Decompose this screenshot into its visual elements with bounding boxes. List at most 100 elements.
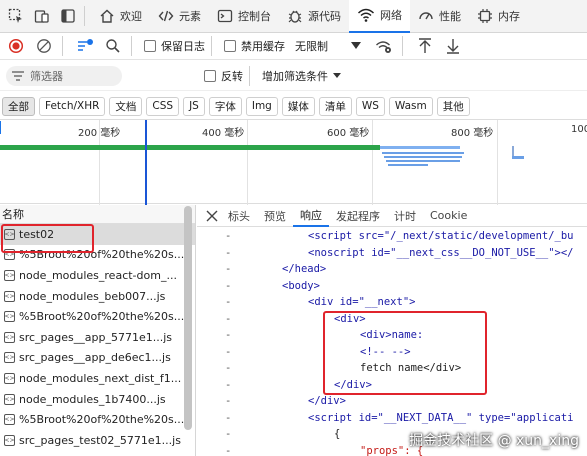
preserve-log-checkbox[interactable]: 保留日志 (144, 38, 205, 54)
filter-settings-icon[interactable] (73, 34, 97, 58)
inspect-icon[interactable] (6, 6, 26, 26)
line-gutter[interactable]: - (225, 311, 231, 328)
document-icon: <> (4, 311, 15, 323)
type-filter-btn[interactable]: Wasm (388, 96, 433, 116)
request-row[interactable]: <> %5Broot%20of%20the%20s... (0, 306, 195, 327)
search-icon[interactable] (101, 34, 125, 58)
tab-network[interactable]: 网络 (349, 0, 410, 33)
name-column-header[interactable]: 名称 (0, 205, 195, 224)
throttle-select[interactable]: 无限制 (295, 38, 328, 54)
overview-timeline[interactable]: 200 毫秒 400 毫秒 600 毫秒 800 毫秒 100 (0, 119, 587, 205)
tick-gridline (372, 120, 373, 205)
disable-cache-checkbox[interactable]: 禁用缓存 (224, 38, 285, 54)
type-filter-btn[interactable]: Img (245, 96, 278, 116)
type-filter-btn[interactable]: 媒体 (281, 96, 315, 116)
type-filter-btn[interactable]: Fetch/XHR (39, 96, 106, 116)
checkbox-box[interactable] (204, 69, 216, 82)
document-icon: <> (4, 290, 15, 302)
line-gutter[interactable]: - (225, 278, 231, 295)
request-name: src_pages__app_5771e1...js (19, 330, 173, 344)
tab-welcome[interactable]: 欢迎 (91, 0, 150, 33)
document-icon: <> (4, 393, 15, 405)
divider (402, 36, 403, 56)
type-filter-btn[interactable]: WS (355, 96, 385, 116)
checkbox-box[interactable] (144, 40, 156, 52)
type-filter-btn[interactable]: CSS (146, 96, 180, 116)
checkbox-box[interactable] (224, 40, 236, 52)
type-filter-btn[interactable]: 清单 (318, 96, 352, 116)
type-filter-btn[interactable]: 字体 (208, 96, 242, 116)
line-gutter[interactable]: - (225, 245, 231, 262)
line-gutter[interactable]: - (225, 426, 231, 443)
request-name: %5Broot%20of%20the%20s... (19, 310, 185, 324)
request-list-scrollbar[interactable] (184, 206, 192, 430)
highlight-box (323, 311, 487, 395)
detail-tab[interactable]: 标头 (221, 205, 257, 227)
request-row[interactable]: <> src_pages__app_5771e1...js (0, 327, 195, 348)
home-icon (99, 8, 115, 24)
dropdown-arrow-icon[interactable] (344, 34, 368, 58)
detail-tab[interactable]: 响应 (293, 205, 329, 227)
line-gutter[interactable]: - (225, 327, 231, 344)
clear-icon[interactable] (32, 34, 56, 58)
type-filter-btn[interactable]: 其他 (436, 96, 470, 116)
invert-label: 反转 (221, 69, 243, 83)
filter-icon (12, 70, 24, 81)
line-gutter[interactable]: - (225, 377, 231, 394)
network-conditions-icon[interactable] (372, 34, 396, 58)
document-icon: <> (4, 331, 15, 343)
request-row[interactable]: <> %5Broot%20of%20the%20s... (0, 409, 195, 430)
line-gutter[interactable]: - (225, 393, 231, 410)
request-row[interactable]: <> node_modules_next_dist_f1... (0, 368, 195, 389)
request-row[interactable]: <> src_pages_test02_5771e1...js (0, 430, 195, 451)
request-row[interactable]: <> node_modules_1b7400...js (0, 389, 195, 410)
tab-elements[interactable]: 元素 (150, 0, 209, 33)
waterfall-bar (384, 156, 462, 158)
line-gutter[interactable]: - (225, 410, 231, 427)
tab-sources[interactable]: 源代码 (279, 0, 349, 33)
filter-input[interactable]: 筛选器 (6, 65, 122, 86)
document-icon: <> (4, 372, 15, 384)
detail-tab[interactable]: 预览 (257, 205, 293, 227)
line-gutter[interactable]: - (225, 228, 231, 245)
type-filter-btn[interactable]: 文档 (109, 96, 143, 116)
request-row[interactable]: <> src_pages__app_de6ec1...js (0, 348, 195, 369)
dock-side-icon[interactable] (58, 6, 78, 26)
detail-tab[interactable]: 计时 (387, 205, 423, 227)
close-icon[interactable] (203, 204, 221, 228)
detail-tab-list: 标头 预览 响应 发起程序 计时 Cookie (221, 205, 474, 227)
request-name: node_modules_next_dist_f1... (19, 371, 182, 385)
wifi-icon (357, 7, 375, 23)
tab-memory[interactable]: 内存 (469, 0, 528, 33)
line-gutter[interactable]: - (225, 443, 231, 456)
detail-tab[interactable]: 发起程序 (329, 205, 387, 227)
request-row[interactable]: <> node_modules_react-dom_... (0, 265, 195, 286)
tab-console[interactable]: 控制台 (209, 0, 279, 33)
type-filter-btn[interactable]: JS (183, 96, 205, 116)
type-filter-all[interactable]: 全部 (2, 96, 35, 116)
document-icon: <> (4, 414, 15, 426)
import-har-icon[interactable] (413, 34, 437, 58)
network-toolbar: 保留日志 禁用缓存 无限制 (0, 33, 587, 60)
divider (131, 36, 132, 56)
device-toolbar-icon[interactable] (32, 6, 52, 26)
line-gutter[interactable]: - (225, 360, 231, 377)
devtools-tab-bar: 欢迎 元素 控制台 源代码 网络 性能 内存 (0, 0, 587, 33)
export-har-icon[interactable] (441, 34, 465, 58)
line-gutter[interactable]: - (225, 294, 231, 311)
resource-type-filters: 全部 Fetch/XHR 文档 CSS JS 字体 Img 媒体 清单 WS Wasm 其他 (0, 94, 587, 118)
more-filters-dropdown[interactable]: 增加筛选条件 (262, 68, 341, 84)
document-icon: <> (4, 269, 15, 281)
detail-tab[interactable]: Cookie (423, 205, 474, 227)
request-row[interactable]: <> node_modules_beb007...js (0, 286, 195, 307)
waterfall-bar (386, 160, 460, 162)
line-gutter[interactable]: - (225, 344, 231, 361)
tab-label: 欢迎 (120, 10, 142, 23)
invert-checkbox[interactable]: 反转 (204, 68, 243, 84)
code-line: <noscript id="__next_css__DO_NOT_USE__">… (308, 246, 574, 259)
request-name: src_pages_test02_5771e1...js (19, 433, 181, 447)
record-stop-icon[interactable] (4, 34, 28, 58)
document-icon: <> (4, 352, 15, 364)
line-gutter[interactable]: - (225, 261, 231, 278)
tab-performance[interactable]: 性能 (410, 0, 469, 33)
